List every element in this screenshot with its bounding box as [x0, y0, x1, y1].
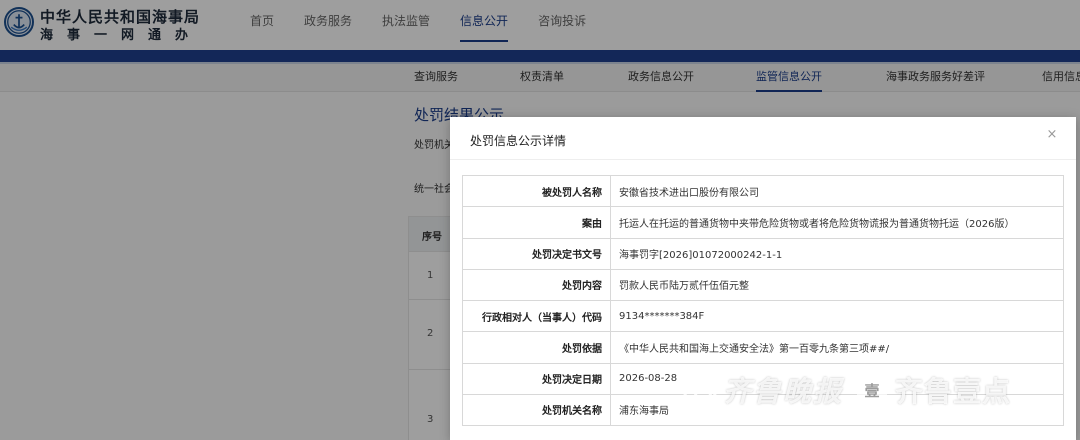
detail-value: 9134*******384F — [610, 299, 1064, 333]
detail-key: 处罚内容 — [462, 268, 611, 302]
close-icon[interactable]: × — [1044, 127, 1060, 143]
detail-row-decision-number: 处罚决定书文号 海事罚字[2026]01072000242-1-1 — [462, 237, 1064, 270]
detail-key: 处罚决定日期 — [462, 362, 611, 395]
watermark-badge-label: 壹 — [864, 381, 880, 400]
detail-row-penalty-content: 处罚内容 罚款人民币陆万贰仟伍佰元整 — [462, 268, 1064, 302]
watermark-badge-icon: 壹 — [857, 375, 888, 405]
detail-key: 处罚机关名称 — [462, 393, 611, 427]
detail-key: 被处罚人名称 — [462, 174, 611, 208]
detail-key: 行政相对人（当事人）代码 — [462, 299, 611, 333]
modal-divider — [450, 159, 1076, 160]
detail-key: 处罚决定书文号 — [462, 237, 611, 270]
detail-value: 罚款人民币陆万贰仟伍佰元整 — [610, 268, 1064, 302]
detail-row-party-name: 被处罚人名称 安徽省技术进出口股份有限公司 — [462, 174, 1064, 208]
watermark-brand-primary: 齐鲁晚报 — [723, 375, 844, 408]
detail-value: 安徽省技术进出口股份有限公司 — [610, 174, 1064, 208]
detail-value: 《中华人民共和国海上交通安全法》第一百零九条第三项##/ — [610, 331, 1064, 364]
detail-value: 托运人在托运的普通货物中夹带危险货物或者将危险货物谎报为普通货物托运（2026版… — [610, 206, 1064, 239]
detail-key: 案由 — [462, 206, 611, 239]
detail-value: 海事罚字[2026]01072000242-1-1 — [610, 237, 1064, 270]
detail-row-party-code: 行政相对人（当事人）代码 9134*******384F — [462, 299, 1064, 333]
watermark: 齐鲁晚报 壹 齐鲁壹点 — [683, 370, 1011, 410]
detail-row-legal-basis: 处罚依据 《中华人民共和国海上交通安全法》第一百零九条第三项##/ — [462, 331, 1064, 364]
detail-row-case-cause: 案由 托运人在托运的普通货物中夹带危险货物或者将危险货物谎报为普通货物托运（20… — [462, 206, 1064, 239]
modal-title: 处罚信息公示详情 — [470, 134, 567, 148]
detail-key: 处罚依据 — [462, 331, 611, 364]
watermark-logo-icon — [683, 373, 717, 407]
watermark-brand-secondary: 齐鲁壹点 — [895, 375, 1012, 408]
